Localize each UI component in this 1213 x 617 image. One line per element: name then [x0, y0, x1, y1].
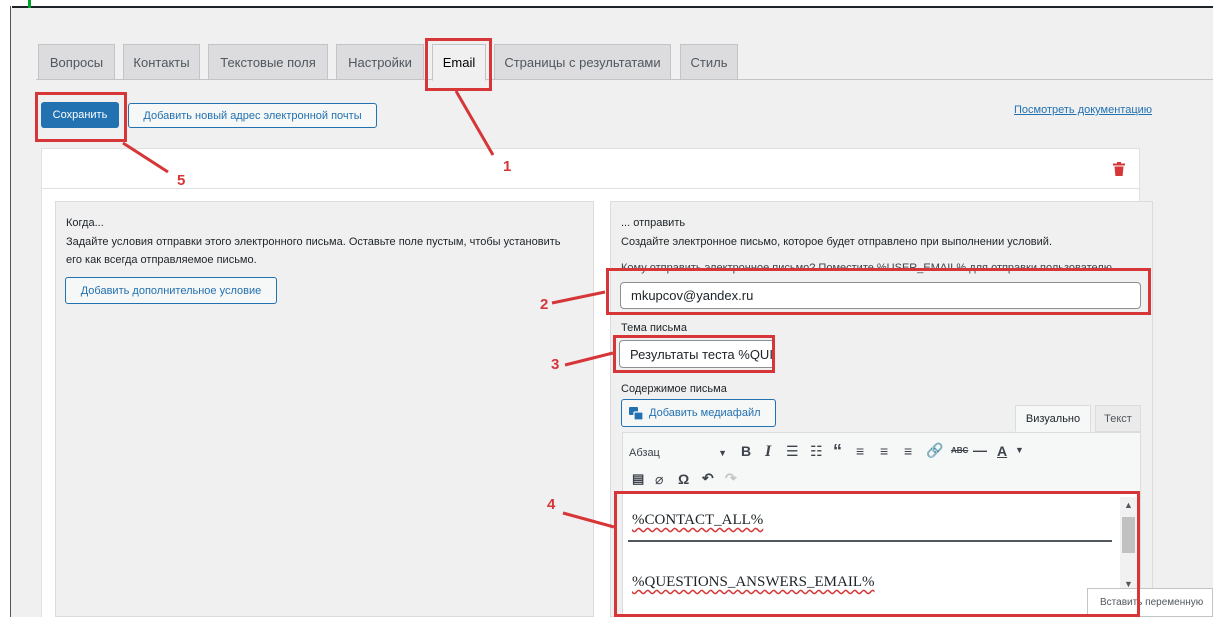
annotation-arrows	[122, 90, 615, 529]
annotation-number-1: 1	[503, 158, 512, 175]
annotation-line-5	[122, 141, 169, 174]
annotation-number-4: 4	[547, 496, 556, 513]
annotation-number-2: 2	[540, 296, 549, 313]
annotation-number-5: 5	[177, 172, 186, 189]
annotation-number-3: 3	[551, 356, 560, 373]
annotation-line-1	[454, 90, 495, 156]
annotation-line-4	[562, 511, 615, 529]
annotation-line-2	[551, 290, 606, 305]
annotation-line-3	[564, 351, 614, 367]
